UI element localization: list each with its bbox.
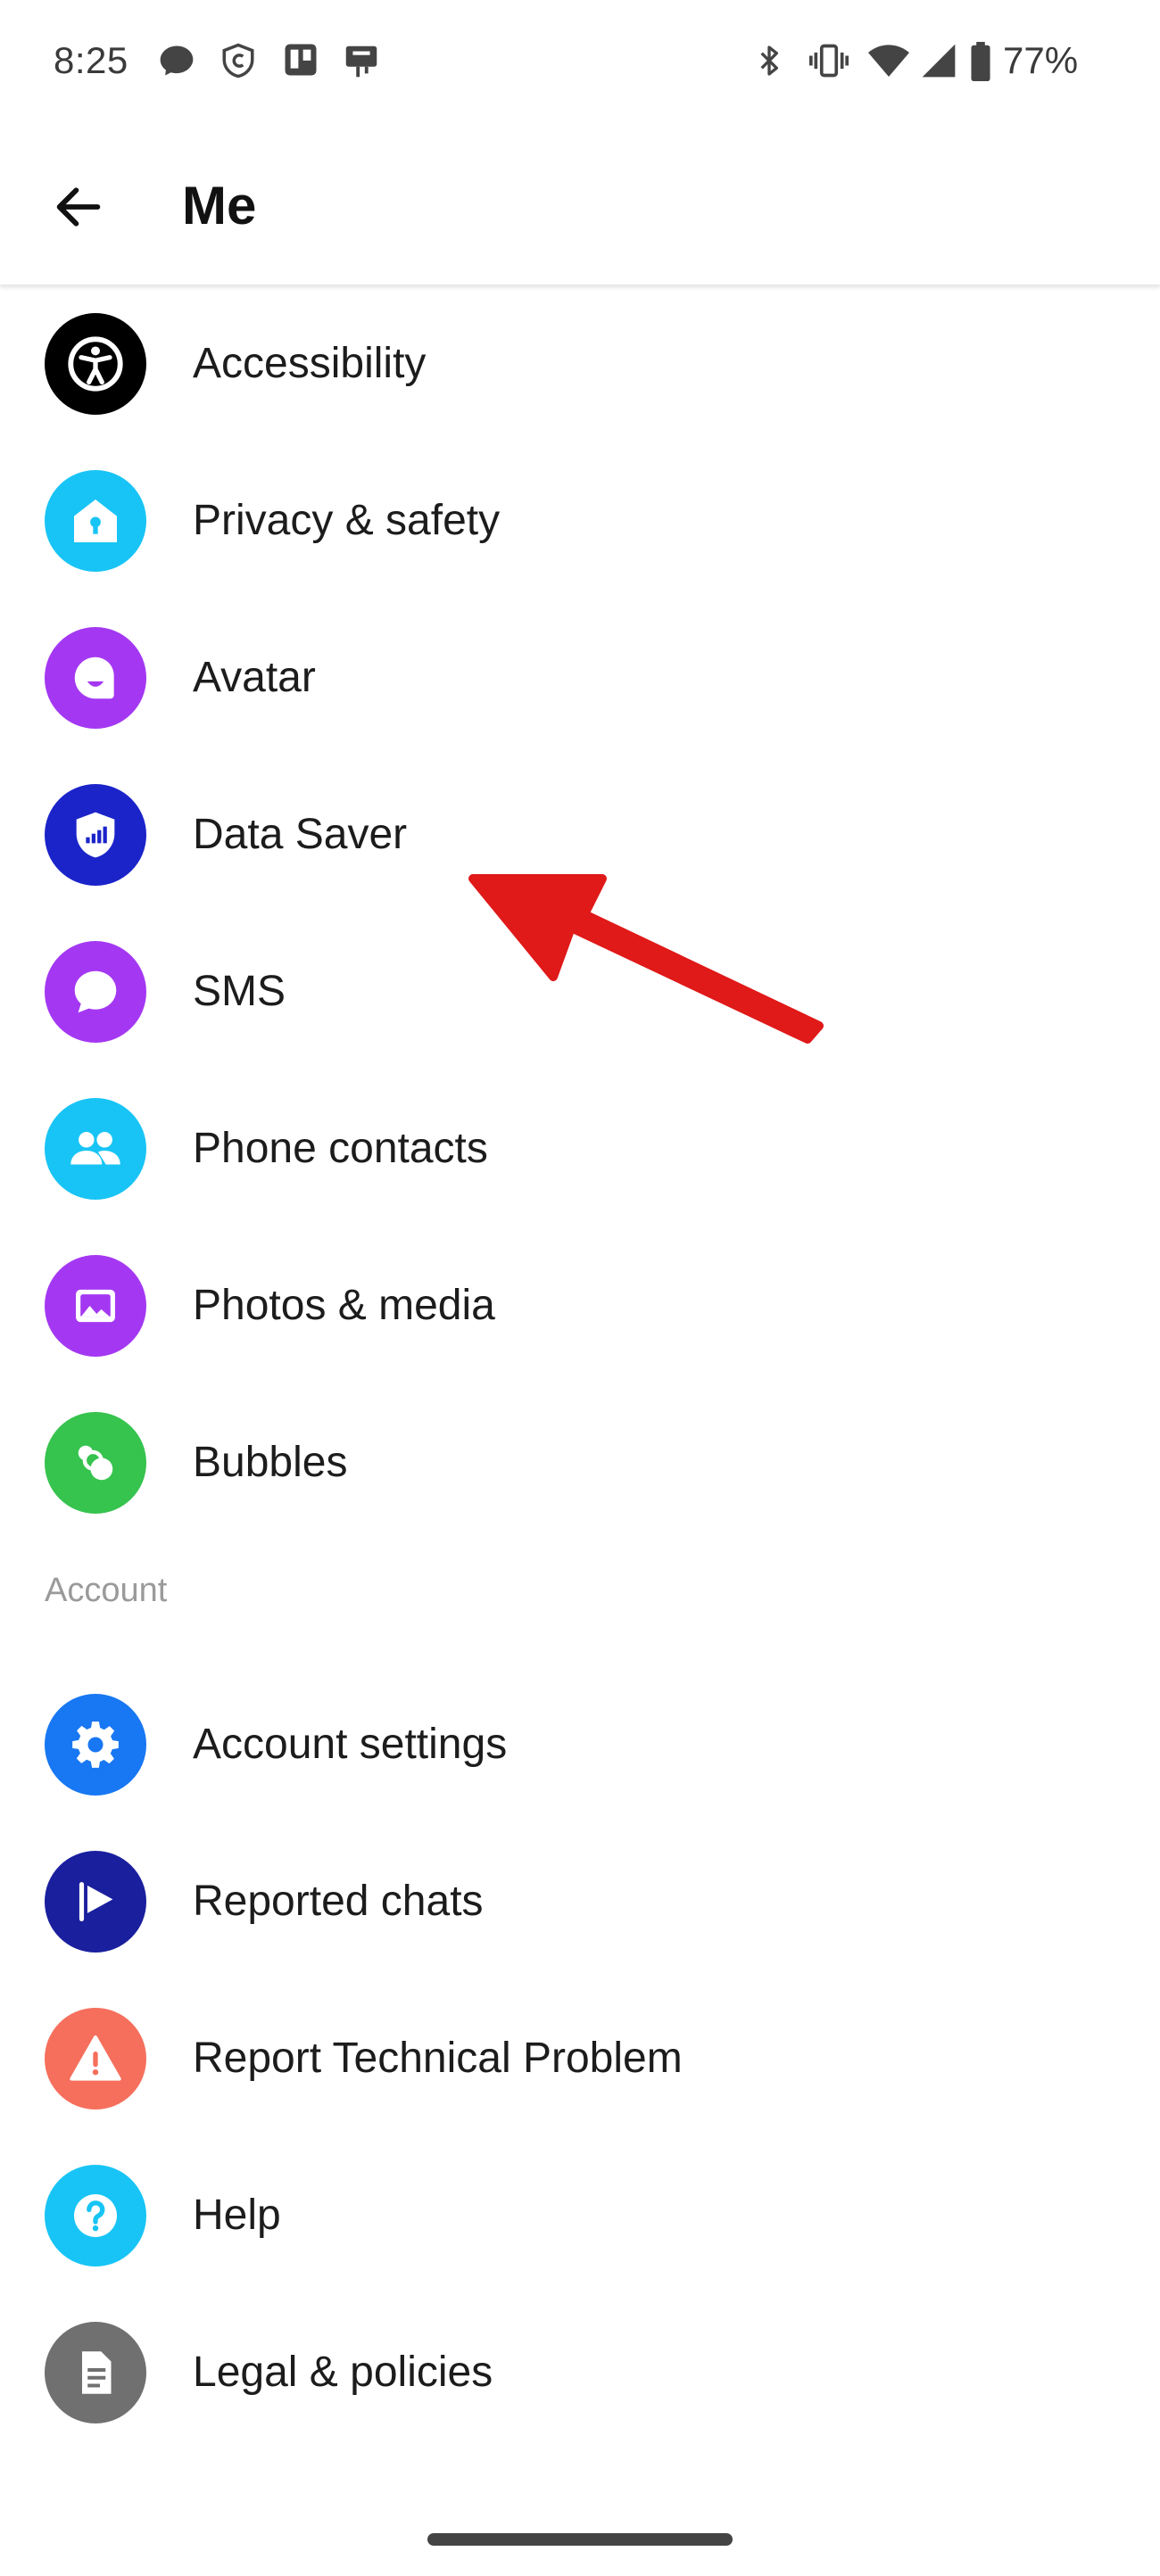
- list-item-photos-media[interactable]: Photos & media: [0, 1227, 1160, 1384]
- shield-signal-icon: [45, 784, 146, 886]
- list-item-bubbles[interactable]: Bubbles: [0, 1384, 1160, 1541]
- gear-icon: [45, 1694, 146, 1796]
- list-item-label: Help: [193, 2192, 281, 2239]
- list-item-label: Bubbles: [193, 1439, 348, 1486]
- list-item-avatar[interactable]: Avatar: [0, 599, 1160, 756]
- wifi-icon: [868, 45, 909, 77]
- arrow-left-icon: [56, 187, 101, 227]
- back-button[interactable]: [36, 164, 121, 250]
- list-item-reported-chats[interactable]: Reported chats: [0, 1823, 1160, 1980]
- list-item-label: Data Saver: [193, 811, 408, 858]
- image-icon: [45, 1255, 146, 1357]
- list-item-label: Accessibility: [193, 340, 427, 387]
- list-item-phone-contacts[interactable]: Phone contacts: [0, 1070, 1160, 1227]
- accessibility-icon: [45, 313, 146, 415]
- document-icon: [45, 2322, 146, 2423]
- list-item-label: Legal & policies: [193, 2349, 493, 2396]
- list-item-sms[interactable]: SMS: [0, 913, 1160, 1070]
- signal-icon: [922, 44, 956, 78]
- page-title: Me: [182, 176, 257, 235]
- notification-icon: [345, 45, 377, 78]
- chat-bubble-icon: [45, 941, 146, 1043]
- battery-percent: 77%: [1003, 39, 1079, 81]
- list-item-privacy-safety[interactable]: Privacy & safety: [0, 442, 1160, 599]
- status-bar: 8:25 77%: [0, 0, 1160, 125]
- settings-screen: 8:25 77% Me Accessibility Privacy & safe…: [0, 0, 1160, 2576]
- home-indicator[interactable]: [427, 2533, 733, 2546]
- status-time: 8:25: [54, 39, 128, 81]
- bubbles-icon: [45, 1412, 146, 1514]
- list-item-account-settings[interactable]: Account settings: [0, 1666, 1160, 1823]
- list-item-data-saver[interactable]: Data Saver: [0, 756, 1160, 913]
- battery-icon: [971, 41, 990, 82]
- list-item-label: Reported chats: [193, 1878, 484, 1925]
- list-item-label: Avatar: [193, 654, 316, 701]
- avatar-face-icon: [45, 627, 146, 729]
- list-item-label: Photos & media: [193, 1282, 495, 1329]
- list-item-label: SMS: [193, 968, 286, 1015]
- list-item-help[interactable]: Help: [0, 2137, 1160, 2294]
- chat-bubble-icon: [160, 45, 194, 76]
- list-item-accessibility[interactable]: Accessibility: [0, 285, 1160, 442]
- people-icon: [45, 1098, 146, 1200]
- bluetooth-icon: [760, 45, 778, 76]
- house-lock-icon: [45, 470, 146, 572]
- question-icon: [45, 2165, 146, 2266]
- section-header-account: Account: [45, 1572, 168, 1609]
- list-item-legal-policies[interactable]: Legal & policies: [0, 2294, 1160, 2451]
- list-item-label: Privacy & safety: [193, 497, 501, 544]
- vibrate-icon: [809, 44, 849, 78]
- list-item-label: Account settings: [193, 1721, 508, 1768]
- trello-icon: [285, 44, 317, 76]
- list-item-report-technical-problem[interactable]: Report Technical Problem: [0, 1980, 1160, 2137]
- warning-icon: [45, 2008, 146, 2110]
- app-bar: Me: [0, 125, 1160, 285]
- list-item-label: Report Technical Problem: [193, 2035, 683, 2082]
- shield-c-icon: [222, 43, 254, 78]
- list-item-label: Phone contacts: [193, 1125, 488, 1172]
- flag-icon: [45, 1851, 146, 1953]
